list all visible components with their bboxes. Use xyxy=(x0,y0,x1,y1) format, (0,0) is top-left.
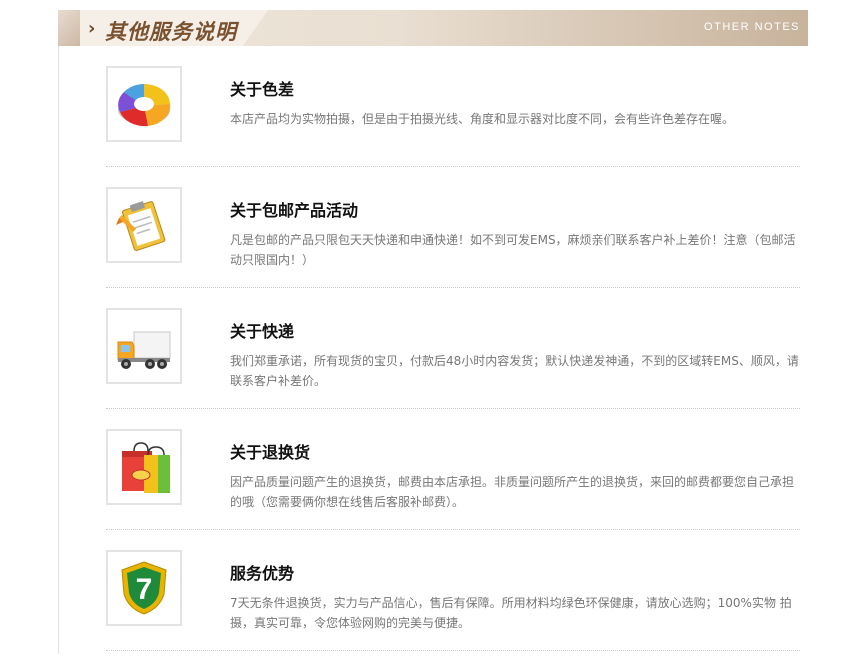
list-item: 关于色差 本店产品均为实物拍摄，但是由于拍摄光线、角度和显示器对比度不同，会有些… xyxy=(106,66,800,187)
divider xyxy=(106,650,800,651)
list-item: 7 服务优势 7天无条件退换货，实力与产品信心，售后有保障。所用材料均绿色环保健… xyxy=(106,550,800,671)
item-description: 因产品质量问题产生的退换货，邮费由本店承担。非质量问题所产生的退换货，来回的邮费… xyxy=(230,475,795,509)
list-item: 关于包邮产品活动 凡是包邮的产品只限包天天快递和申通快递！如不到可发EMS，麻烦… xyxy=(106,187,800,308)
divider xyxy=(106,408,800,409)
seven-day-shield-icon: 7 xyxy=(106,550,182,626)
item-title: 关于包邮产品活动 xyxy=(230,201,359,220)
divider xyxy=(106,287,800,288)
list-item: 关于快递 我们郑重承诺，所有现货的宝贝，付款后48小时内容发货；默认快递发神通，… xyxy=(106,308,800,429)
item-description: 7天无条件退换货，实力与产品信心，售后有保障。所用材料均绿色环保健康，请放心选购… xyxy=(230,596,792,630)
divider xyxy=(106,166,800,167)
item-title: 关于色差 xyxy=(230,80,295,99)
service-notes-list: 关于色差 本店产品均为实物拍摄，但是由于拍摄光线、角度和显示器对比度不同，会有些… xyxy=(106,66,800,671)
item-description: 我们郑重承诺，所有现货的宝贝，付款后48小时内容发货；默认快递发神通，不到的区域… xyxy=(230,354,799,388)
section-subtitle: OTHER NOTES xyxy=(704,21,800,33)
clipboard-icon xyxy=(106,187,182,263)
item-title: 服务优势 xyxy=(230,564,295,583)
section-header: › 其他服务说明 OTHER NOTES xyxy=(58,10,808,46)
section-title: 其他服务说明 xyxy=(105,20,237,44)
item-description: 本店产品均为实物拍摄，但是由于拍摄光线、角度和显示器对比度不同，会有些许色差存在… xyxy=(230,112,735,126)
badge-number: 7 xyxy=(136,573,153,606)
delivery-truck-icon xyxy=(106,308,182,384)
color-wheel-icon xyxy=(106,66,182,142)
shopping-bags-icon xyxy=(106,429,182,505)
list-item: 关于退换货 因产品质量问题产生的退换货，邮费由本店承担。非质量问题所产生的退换货… xyxy=(106,429,800,550)
divider xyxy=(106,529,800,530)
item-title: 关于快递 xyxy=(230,322,295,341)
header-tab-shade xyxy=(58,10,80,46)
item-title: 关于退换货 xyxy=(230,443,311,462)
left-rule xyxy=(58,10,59,654)
chevron-right-icon: › xyxy=(88,18,96,39)
item-description: 凡是包邮的产品只限包天天快递和申通快递！如不到可发EMS，麻烦亲们联系客户补上差… xyxy=(230,233,796,267)
